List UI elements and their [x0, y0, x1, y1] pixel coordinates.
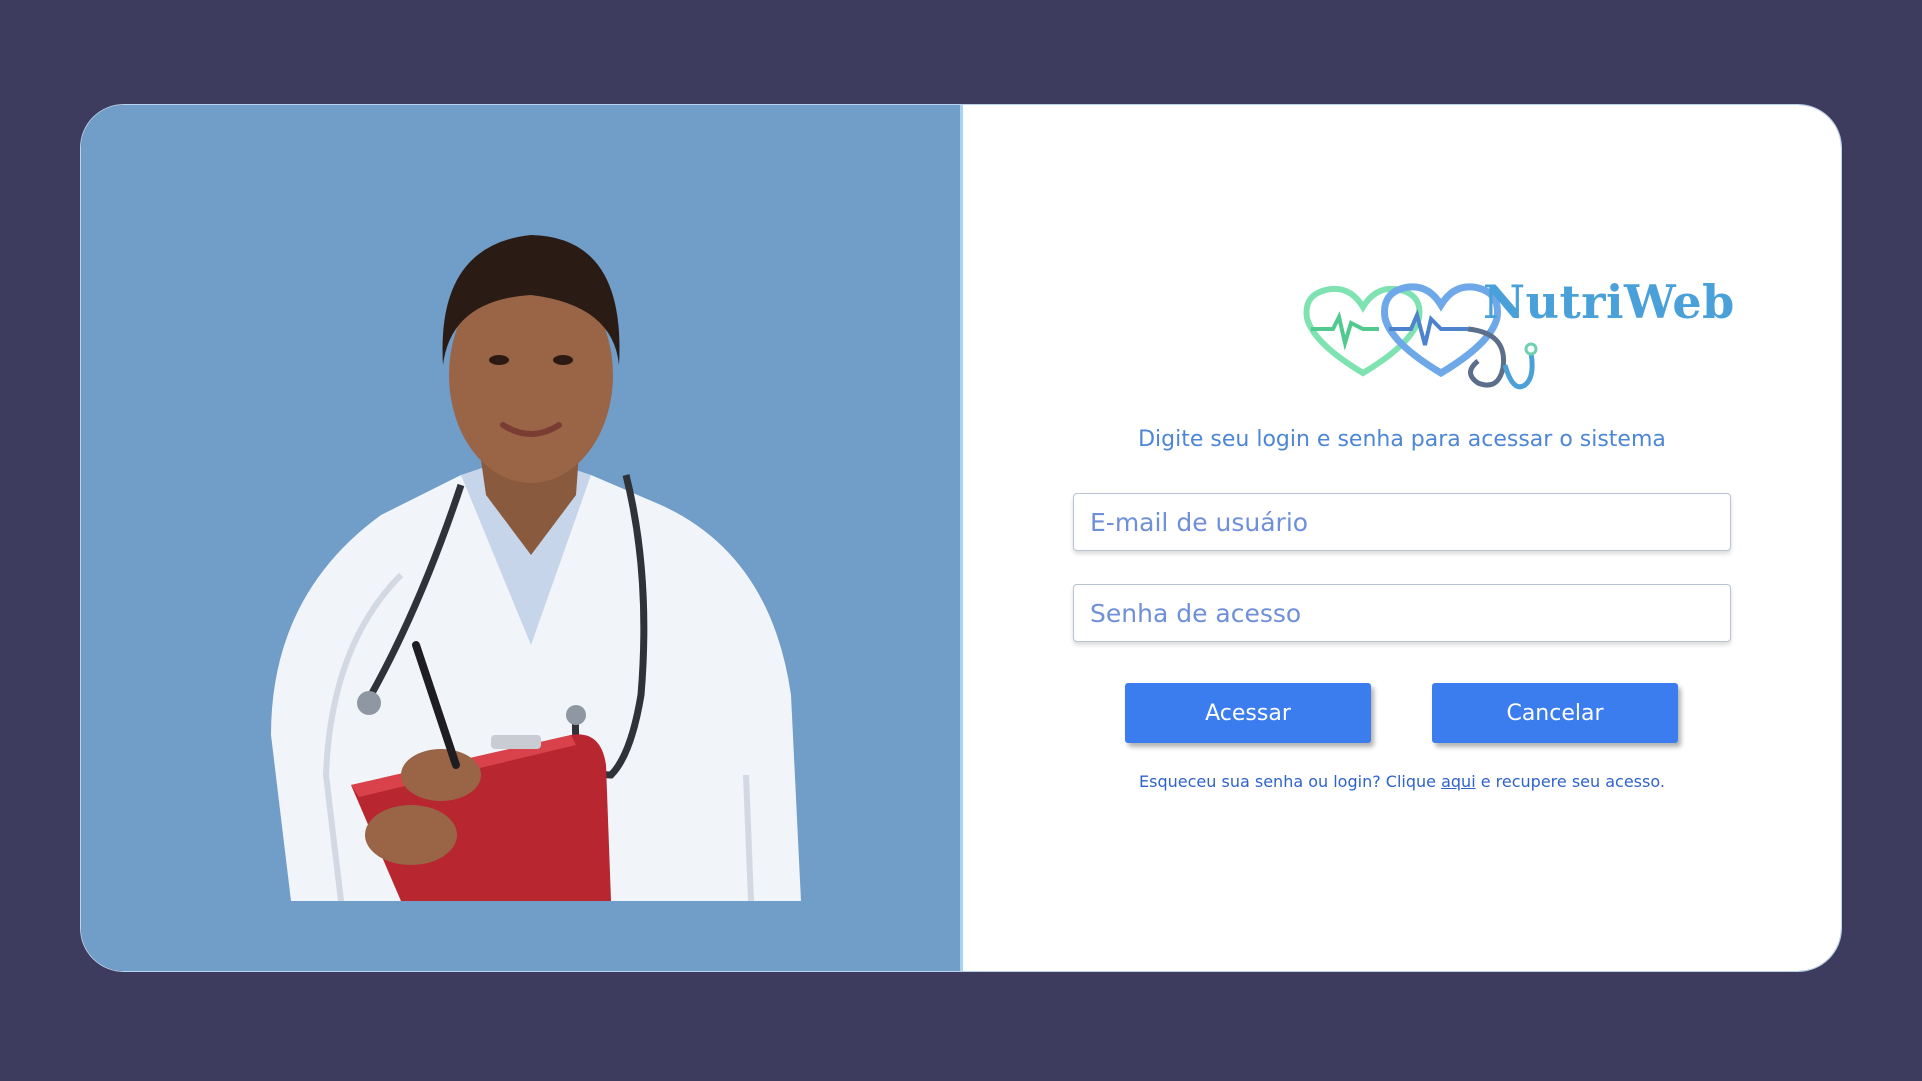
forgot-password-text: Esqueceu sua senha ou login? Clique aqui… [963, 772, 1841, 791]
recover-access-link[interactable]: aqui [1441, 772, 1476, 791]
access-button[interactable]: Acessar [1125, 683, 1371, 743]
doctor-image [271, 235, 801, 901]
login-subtitle: Digite seu login e senha para acessar o … [1138, 427, 1666, 452]
forgot-suffix: e recupere seu acesso. [1480, 772, 1665, 791]
brand-name: NutriWeb [1483, 275, 1735, 329]
login-panel: NutriWeb Digite seu login e senha para a… [963, 105, 1841, 971]
cancel-button[interactable]: Cancelar [1432, 683, 1678, 743]
password-input[interactable] [1073, 584, 1731, 642]
forgot-prefix: Esqueceu sua senha ou login? Clique [1139, 772, 1436, 791]
login-card: NutriWeb Digite seu login e senha para a… [80, 104, 1842, 972]
email-input[interactable] [1073, 493, 1731, 551]
hero-image-panel [81, 105, 963, 971]
